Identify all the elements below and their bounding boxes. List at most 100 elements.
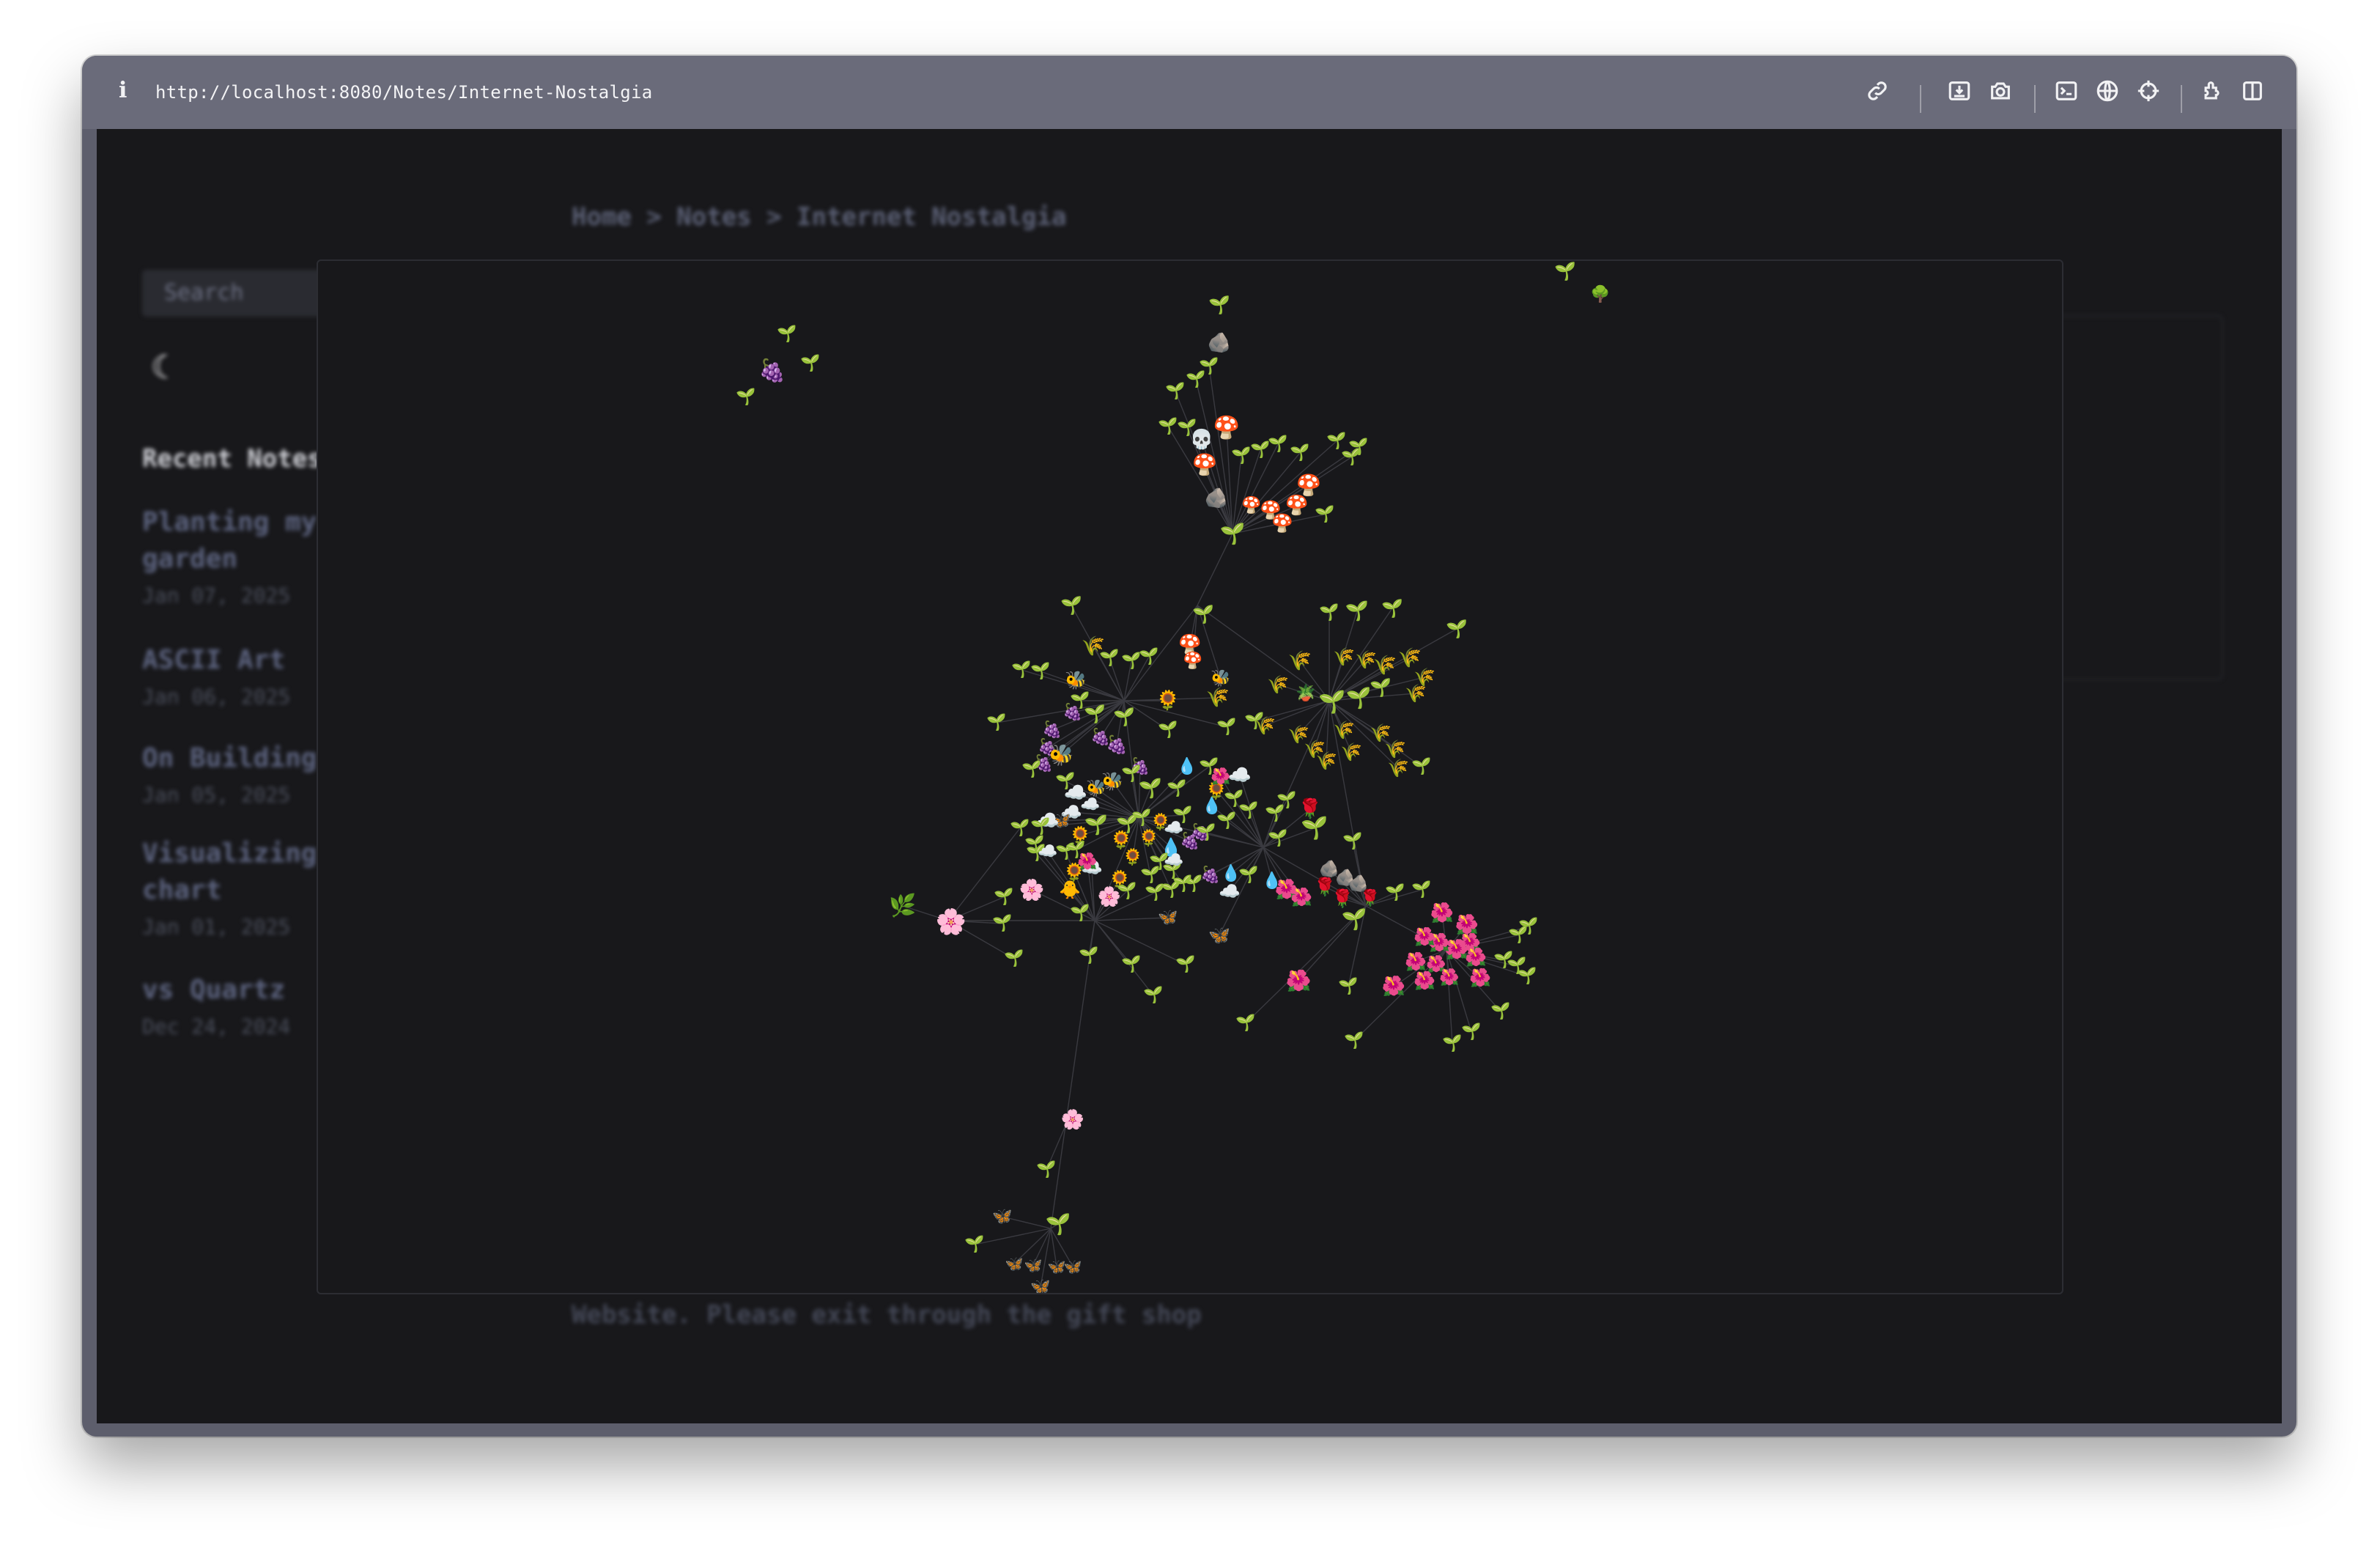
sprout-node-icon[interactable]: 🌱 xyxy=(1121,955,1141,974)
crosshair-icon[interactable] xyxy=(2134,76,2163,106)
sprout-node-icon[interactable]: 🌱 xyxy=(1220,522,1246,546)
sprout-node-icon[interactable]: 🌱 xyxy=(1490,1002,1510,1021)
wheat-node-icon[interactable]: 🌾 xyxy=(1340,742,1362,762)
butterfly-node-icon[interactable]: 🦋 xyxy=(992,1208,1012,1226)
graph-canvas[interactable]: 🌱🌱🌳🪨🍇🌱🌱🌱 🌱🌱🌱🍄💀🍄🌱🌱🌱🌱🌱 🌱🍄🍄🍄🍄🍄🪨🌱🌱🌱🌱🌱🌱 🌱🌾 🍄🍄🌱 🌱🌱🌱… xyxy=(318,261,2063,1294)
grapes-node-icon[interactable]: 🍇 xyxy=(1200,866,1220,885)
camera-icon[interactable] xyxy=(1986,76,2015,106)
sprout-node-icon[interactable]: 🌱 xyxy=(1517,967,1537,986)
moon-icon[interactable]: ☾ xyxy=(151,349,171,386)
sprout-node-icon[interactable]: 🌱 xyxy=(1011,660,1031,679)
sprout-node-icon[interactable]: 🌱 xyxy=(1158,417,1178,436)
sprout-node-icon[interactable]: 🌱 xyxy=(1208,295,1230,315)
sprout-node-icon[interactable]: 🌱 xyxy=(1290,443,1309,462)
grapes-node-icon[interactable]: 🍇 xyxy=(758,358,786,384)
sprout-node-icon[interactable]: 🌱 xyxy=(1172,874,1192,893)
sprout-node-icon[interactable]: 🌱 xyxy=(1172,806,1192,825)
wheat-node-icon[interactable]: 🌾 xyxy=(1405,683,1427,704)
link-icon[interactable] xyxy=(1863,76,1892,106)
wheat-node-icon[interactable]: 🌾 xyxy=(1387,758,1409,778)
mushroom-node-icon[interactable]: 🍄 xyxy=(1271,513,1293,534)
sprout-node-icon[interactable]: 🌱 xyxy=(1070,904,1090,923)
tree-node-icon[interactable]: 🌳 xyxy=(1590,284,1610,304)
wheat-node-icon[interactable]: 🌾 xyxy=(1398,647,1422,669)
url-text[interactable]: http://localhost:8080/Notes/Internet-Nos… xyxy=(155,82,652,103)
sprout-node-icon[interactable]: 🌱 xyxy=(1381,598,1403,619)
chick-node-icon[interactable]: 🐥 xyxy=(1059,880,1081,900)
sprout-node-icon[interactable]: 🌱 xyxy=(1461,1022,1481,1042)
sprout-node-icon[interactable]: 🌱 xyxy=(1268,829,1287,848)
butterfly-node-icon[interactable]: 🦋 xyxy=(1208,925,1230,946)
sprout-node-icon[interactable]: 🌱 xyxy=(1030,817,1050,836)
wheat-node-icon[interactable]: 🌾 xyxy=(1288,650,1312,672)
cloud-node-icon[interactable]: ☁️ xyxy=(1164,852,1183,870)
wheat-node-icon[interactable]: 🌾 xyxy=(1373,655,1397,677)
hibiscus-node-icon[interactable]: 🌺 xyxy=(1413,970,1435,991)
sprout-node-icon[interactable]: 🌱 xyxy=(1301,816,1328,841)
sprout-node-icon[interactable]: 🌱 xyxy=(1342,907,1367,932)
sprout-node-icon[interactable]: 🌱 xyxy=(1196,823,1216,842)
extension-icon[interactable] xyxy=(2198,76,2228,106)
globe-icon[interactable] xyxy=(2093,76,2122,106)
blossom-node-icon[interactable]: 🌸 xyxy=(1019,878,1045,902)
sprout-node-icon[interactable]: 🌱 xyxy=(1315,505,1334,524)
sprout-node-icon[interactable]: 🌱 xyxy=(1099,649,1119,668)
mushroom-node-icon[interactable]: 🍄 xyxy=(1296,473,1322,498)
sprout-node-icon[interactable]: 🌱 xyxy=(1235,1014,1255,1033)
rose-node-icon[interactable]: 🌹 xyxy=(1360,888,1380,908)
sprout-node-icon[interactable]: 🌱 xyxy=(1199,357,1219,376)
wheat-node-icon[interactable]: 🌾 xyxy=(1333,720,1355,740)
sprout-node-icon[interactable]: 🌱 xyxy=(1342,832,1362,851)
wheat-node-icon[interactable]: 🌾 xyxy=(1206,687,1230,709)
sprout-node-icon[interactable]: 🌱 xyxy=(1442,1034,1462,1053)
mushroom-node-icon[interactable]: 🍄 xyxy=(1183,652,1202,671)
butterfly-node-icon[interactable]: 🦋 xyxy=(1064,1258,1082,1275)
sprout-node-icon[interactable]: 🌱 xyxy=(1070,691,1090,710)
wheat-node-icon[interactable]: 🌾 xyxy=(1315,751,1337,771)
butterfly-node-icon[interactable]: 🦋 xyxy=(1024,1256,1043,1274)
butterfly-node-icon[interactable]: 🦋 xyxy=(1005,1255,1024,1272)
rock-node-icon[interactable]: 🪨 xyxy=(1208,332,1231,354)
sprout-node-icon[interactable]: 🌱 xyxy=(986,713,1006,732)
sprout-node-icon[interactable]: 🌱 xyxy=(1139,778,1162,800)
sunflower-node-icon[interactable]: 🌻 xyxy=(1139,829,1158,848)
sprout-node-icon[interactable]: 🌱 xyxy=(1348,438,1368,457)
sprout-node-icon[interactable]: 🌱 xyxy=(1216,718,1236,737)
hibiscus-node-icon[interactable]: 🌺 xyxy=(1405,951,1427,972)
sprout-node-icon[interactable]: 🌱 xyxy=(1175,955,1195,974)
sprout-node-icon[interactable]: 🌱 xyxy=(1060,595,1082,616)
wheat-node-icon[interactable]: 🌾 xyxy=(1384,739,1406,759)
sunflower-node-icon[interactable]: 🌻 xyxy=(1156,689,1180,712)
sprout-node-icon[interactable]: 🌱 xyxy=(1344,1031,1364,1050)
pot-node-icon[interactable]: 🪴 xyxy=(1296,683,1315,703)
hibiscus-node-icon[interactable]: 🌺 xyxy=(1413,926,1435,947)
bee-node-icon[interactable]: 🐝 xyxy=(1065,670,1087,690)
graph-view-modal[interactable]: 🌱 🌱 🌳 🪨 🍇 🌱 🌱 🌱 🌱 🌱 🌱 🍄 💀 🍄 🌱 🌱 🌱 🌱 🌱 🌱 🍄 🍄 🍄 🍄 🍄 🪨 🌱 🌱 🌱 🌱 🌱 🌱 🌱 🌾 🍄 🍄 🌱 🌱 🌱 🌱… xyxy=(317,259,2063,1294)
sprout-node-icon[interactable]: 🌱 xyxy=(736,388,755,407)
sprout-node-icon[interactable]: 🌱 xyxy=(1268,435,1287,454)
sprout-node-icon[interactable]: 🌱 xyxy=(1131,808,1151,828)
sprout-node-icon[interactable]: 🌱 xyxy=(1030,662,1050,681)
sprout-node-icon[interactable]: 🌱 xyxy=(992,914,1012,933)
sprout-node-icon[interactable]: 🌱 xyxy=(1216,811,1236,830)
sprout-node-icon[interactable]: 🌱 xyxy=(1036,1160,1056,1179)
hibiscus-node-icon[interactable]: 🌺 xyxy=(1382,975,1405,998)
mushroom-node-icon[interactable]: 🍄 xyxy=(1192,453,1218,477)
sprout-node-icon[interactable]: 🌱 xyxy=(1370,677,1392,698)
sprout-node-icon[interactable]: 🌱 xyxy=(1113,707,1135,727)
bee-node-icon[interactable]: 🐝 xyxy=(1049,743,1074,767)
sprout-node-icon[interactable]: 🌱 xyxy=(1065,841,1085,860)
grapes-node-icon[interactable]: 🍇 xyxy=(1042,720,1062,740)
droplet-node-icon[interactable]: 💧 xyxy=(1177,757,1197,776)
sprout-node-icon[interactable]: 🌱 xyxy=(1143,986,1163,1005)
hibiscus-node-icon[interactable]: 🌺 xyxy=(1439,968,1459,987)
herb-node-icon[interactable]: 🌿 xyxy=(889,893,916,919)
graph-nodes[interactable]: 🌱🌱🌳🪨🍇🌱🌱🌱 🌱🌱🌱🍄💀🍄🌱🌱🌱🌱🌱 🌱🍄🍄🍄🍄🍄🪨🌱🌱🌱🌱🌱🌱 🌱🌾 🍄🍄🌱 🌱🌱🌱… xyxy=(736,261,1610,1294)
blossom-node-icon[interactable]: 🌸 xyxy=(936,907,967,937)
sprout-node-icon[interactable]: 🌱 xyxy=(994,888,1013,907)
bee-node-icon[interactable]: 🐝 xyxy=(1086,779,1106,798)
sprout-node-icon[interactable]: 🌱 xyxy=(800,354,820,373)
cloud-node-icon[interactable]: ☁️ xyxy=(1080,796,1100,814)
hibiscus-node-icon[interactable]: 🌺 xyxy=(1286,969,1312,993)
sprout-node-icon[interactable]: 🌱 xyxy=(1238,866,1258,885)
